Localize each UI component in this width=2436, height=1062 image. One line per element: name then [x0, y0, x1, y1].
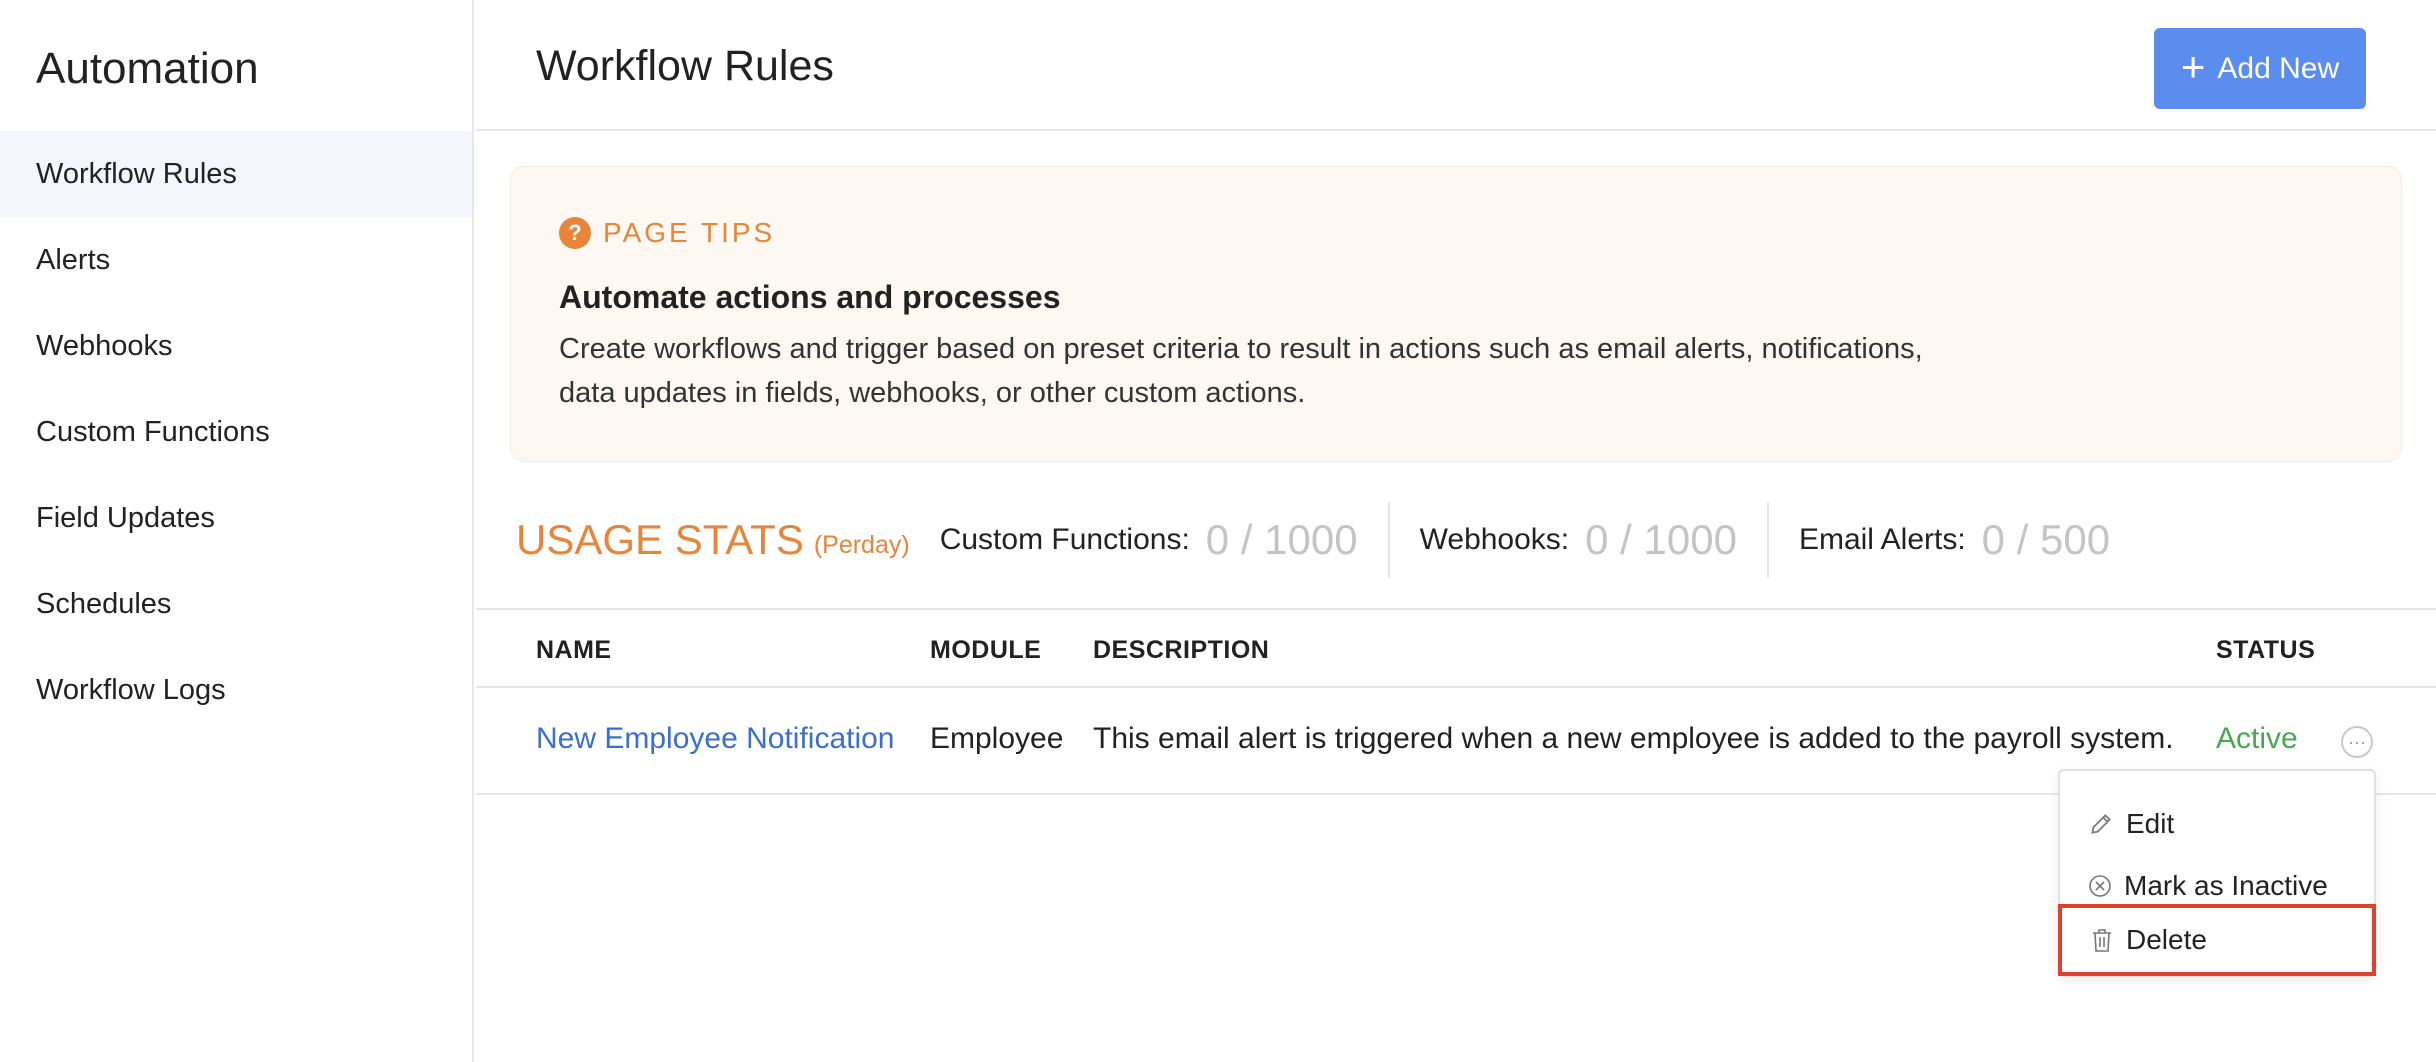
stat-label: Email Alerts:: [1798, 523, 1966, 556]
status-badge: Active: [2216, 722, 2298, 755]
usage-stats-subtitle: (Perday): [813, 530, 910, 559]
app-root: Automation Workflow Rules Alerts Webhook…: [0, 0, 2436, 1062]
question-icon: ?: [559, 217, 591, 249]
stat-label: Custom Functions:: [939, 523, 1190, 556]
menu-item-delete[interactable]: Delete: [2058, 904, 2376, 976]
row-actions-menu: Edit Mark as Inactive Delete: [2058, 769, 2376, 977]
sidebar-item-schedules[interactable]: Schedules: [0, 561, 472, 647]
sidebar-title: Automation: [36, 44, 259, 93]
workflow-module: Employee: [930, 722, 1064, 755]
workflow-name-link[interactable]: New Employee Notification: [536, 722, 895, 756]
sidebar-item-field-updates[interactable]: Field Updates: [0, 475, 472, 561]
usage-stats: USAGE STATS (Perday) Custom Functions: 0…: [516, 500, 2416, 580]
menu-item-edit[interactable]: Edit: [2060, 793, 2374, 855]
menu-item-label: Delete: [2126, 924, 2207, 955]
menu-item-label: Mark as Inactive: [2124, 870, 2328, 901]
column-header-description[interactable]: DESCRIPTION: [1093, 636, 1269, 665]
page-header: Workflow Rules + Add New: [476, 0, 2436, 131]
usage-stats-title: USAGE STATS: [516, 516, 804, 563]
sidebar-item-webhooks[interactable]: Webhooks: [0, 303, 472, 389]
pencil-icon: [2091, 814, 2111, 834]
column-header-status[interactable]: STATUS: [2216, 636, 2315, 665]
page-tips-label: PAGE TIPS: [603, 217, 776, 248]
sidebar-nav: Workflow Rules Alerts Webhooks Custom Fu…: [0, 131, 472, 733]
column-header-name[interactable]: NAME: [536, 636, 612, 665]
page-tips-body: Create workflows and trigger based on pr…: [559, 327, 2059, 415]
stat-value: 0 / 500: [1981, 516, 2111, 563]
workflow-description: This email alert is triggered when a new…: [1093, 722, 2174, 755]
column-header-module[interactable]: MODULE: [930, 636, 1041, 665]
trash-icon: [2093, 929, 2111, 952]
page-tips-header: ? PAGE TIPS: [559, 217, 775, 249]
stat-value: 0 / 1000: [1205, 516, 1358, 563]
add-new-label: Add New: [2217, 51, 2340, 85]
plus-icon: +: [2180, 42, 2206, 90]
stat-email-alerts: Email Alerts: 0 / 500: [1766, 502, 2140, 578]
page-title: Workflow Rules: [536, 42, 834, 90]
table-header: NAME MODULE DESCRIPTION STATUS: [476, 608, 2436, 688]
sidebar-item-alerts[interactable]: Alerts: [0, 217, 472, 303]
stat-webhooks: Webhooks: 0 / 1000: [1387, 502, 1767, 578]
sidebar-item-workflow-logs[interactable]: Workflow Logs: [0, 647, 472, 733]
circle-x-icon: [2089, 875, 2111, 897]
page-tips-body-line-2: data updates in fields, webhooks, or oth…: [559, 377, 1306, 409]
stat-custom-functions: Custom Functions: 0 / 1000: [910, 502, 1388, 578]
sidebar-item-custom-functions[interactable]: Custom Functions: [0, 389, 472, 475]
page-tips-heading: Automate actions and processes: [559, 279, 1061, 315]
page-tips-panel: ? PAGE TIPS Automate actions and process…: [510, 166, 2402, 462]
add-new-button[interactable]: + Add New: [2154, 28, 2366, 109]
more-options-icon[interactable]: ···: [2341, 726, 2373, 758]
stat-value: 0 / 1000: [1585, 516, 1737, 563]
sidebar: Automation Workflow Rules Alerts Webhook…: [0, 0, 474, 1062]
menu-item-label: Edit: [2126, 808, 2175, 839]
stat-label: Webhooks:: [1419, 523, 1570, 556]
page-tips-body-line-1: Create workflows and trigger based on pr…: [559, 333, 1923, 365]
sidebar-item-workflow-rules[interactable]: Workflow Rules: [0, 131, 472, 217]
